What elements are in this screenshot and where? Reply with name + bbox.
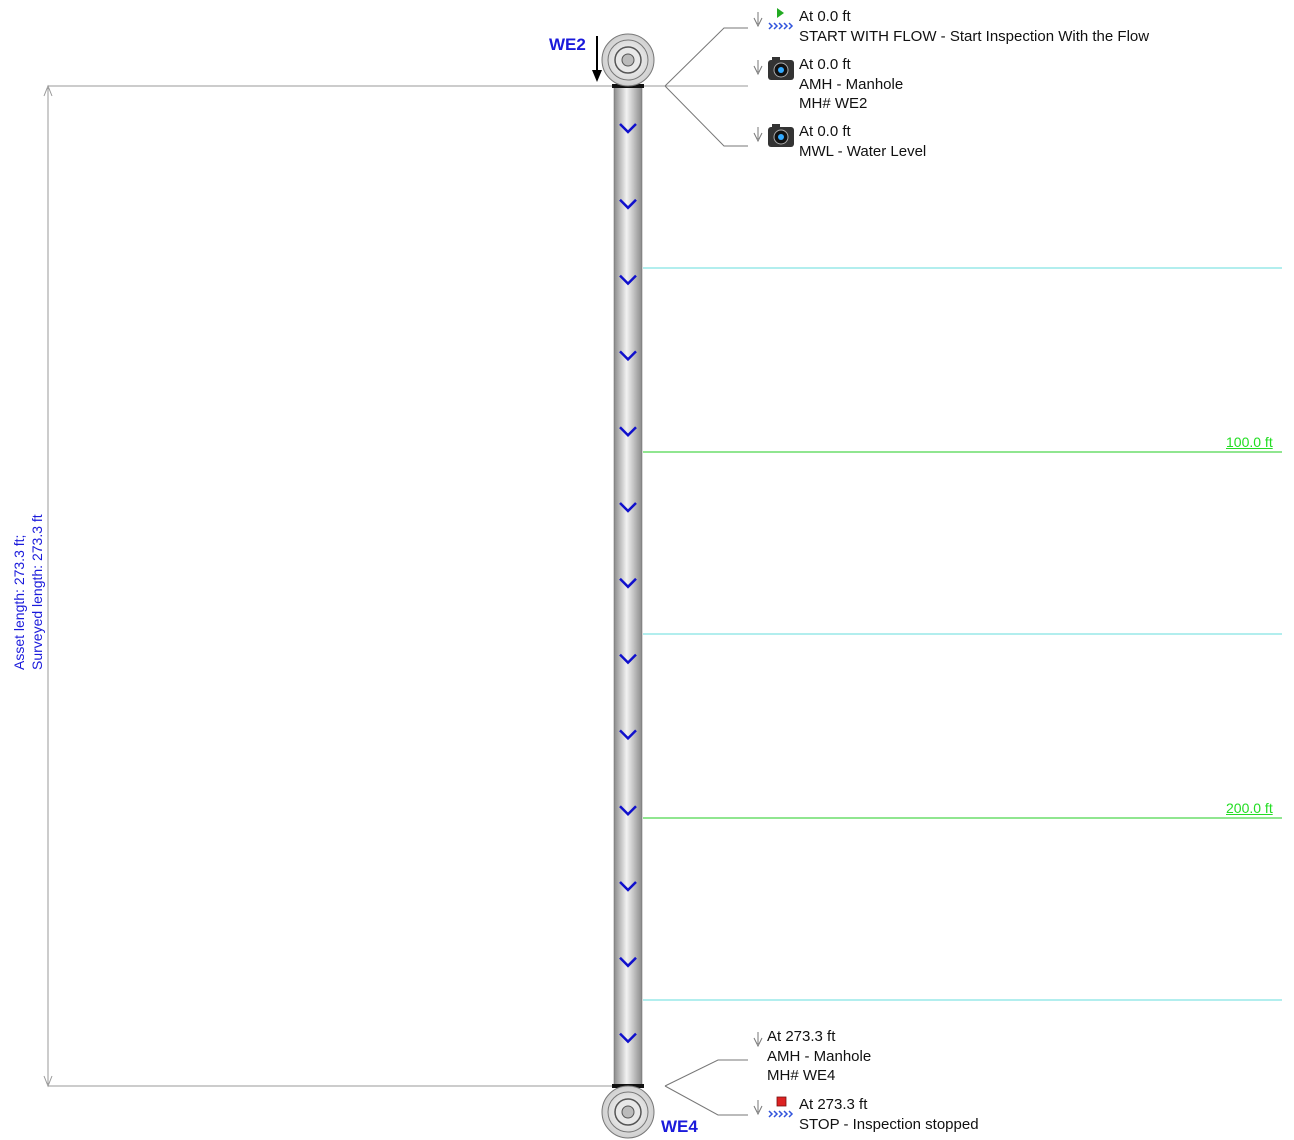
upstream-manhole-label: WE2	[549, 35, 586, 54]
pipe-diagram	[43, 8, 1282, 1139]
asset-length-label: Asset length: 273.3 ft; Surveyed length:…	[10, 514, 46, 670]
start-flow-icon	[768, 8, 794, 30]
manhole-we4[interactable]	[601, 1085, 655, 1139]
observation-arrow-icon	[753, 12, 763, 1116]
observation-distance: At 273.3 ft	[767, 1028, 836, 1045]
observation-code: STOP - Inspection stopped	[799, 1115, 979, 1133]
surveyed-length-line: Surveyed length: 273.3 ft	[29, 514, 45, 670]
observation-manhole-number: MH# WE2	[799, 95, 868, 112]
observation-distance: At 0.0 ft	[799, 8, 851, 25]
observation-distance: At 273.3 ft	[799, 1096, 868, 1113]
observation-water-level[interactable]: At 0.0 ft MWL - Water Level	[799, 122, 926, 161]
observation-code: AMH - Manhole	[799, 75, 904, 93]
observation-code: AMH - Manhole	[767, 1047, 872, 1065]
callout-leaders-bottom	[664, 1059, 748, 1116]
manhole-we2[interactable]	[601, 33, 655, 87]
observation-code: MWL - Water Level	[799, 142, 927, 160]
stop-icon	[768, 1096, 794, 1118]
observation-amh-we4[interactable]: At 273.3 ft AMH - Manhole MH# WE4	[767, 1027, 871, 1086]
observation-distance: At 0.0 ft	[799, 56, 851, 73]
distance-label-100: 100.0 ft	[1226, 434, 1273, 450]
observation-amh-we2[interactable]: At 0.0 ft AMH - Manhole MH# WE2	[799, 55, 903, 114]
observation-distance: At 0.0 ft	[799, 123, 851, 140]
observation-manhole-number: MH# WE4	[767, 1067, 836, 1084]
observation-code: START WITH FLOW - Start Inspection With …	[799, 27, 1150, 45]
distance-label-200: 200.0 ft	[1226, 800, 1273, 816]
camera-icon[interactable]	[768, 124, 794, 147]
camera-icon[interactable]	[768, 57, 794, 80]
observation-start-flow[interactable]: At 0.0 ft START WITH FLOW - Start Inspec…	[799, 7, 1149, 46]
callout-leaders-top	[664, 27, 748, 147]
downstream-manhole-label: WE4	[661, 1117, 698, 1136]
asset-length-line: Asset length: 273.3 ft;	[11, 534, 27, 670]
inspection-direction-arrow	[592, 36, 602, 82]
observation-stop[interactable]: At 273.3 ft STOP - Inspection stopped	[799, 1095, 979, 1134]
